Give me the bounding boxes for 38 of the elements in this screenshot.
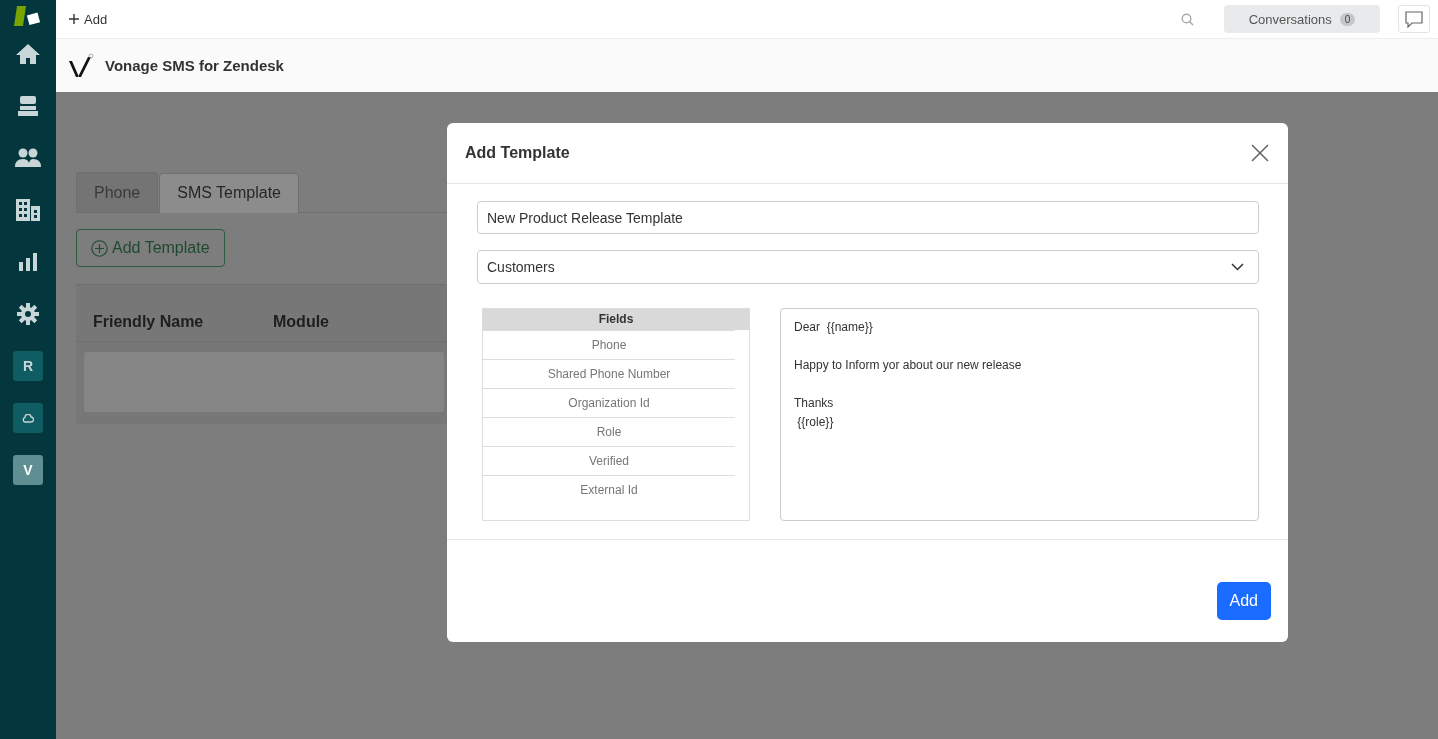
close-button[interactable]	[1250, 143, 1270, 163]
tickets-icon[interactable]	[18, 95, 38, 117]
speech-bubble-icon	[1405, 10, 1423, 28]
cloud-app-icon[interactable]	[13, 403, 43, 433]
tab[interactable]: SMS Template	[159, 173, 299, 213]
add-template-button[interactable]: Add Template	[76, 229, 225, 267]
field-item[interactable]: Shared Phone Number	[483, 359, 735, 388]
column-header: Module	[273, 313, 330, 331]
tab[interactable]: Phone	[76, 172, 159, 212]
field-item[interactable]: Phone	[483, 330, 735, 359]
plus-icon	[69, 14, 79, 24]
plus-circle-icon	[91, 239, 108, 257]
field-item[interactable]: Organization Id	[483, 388, 735, 417]
chat-button[interactable]	[1398, 5, 1430, 33]
add-button[interactable]: Add	[1216, 582, 1271, 620]
logo-icon[interactable]	[14, 5, 42, 27]
fields-header: Fields	[483, 309, 749, 330]
count-badge: 0	[1339, 12, 1356, 26]
message-field[interactable]: Dear {{name}} Happy to Inform yor about our new release Thanks {{role}}	[780, 308, 1259, 521]
users-icon[interactable]	[15, 148, 41, 168]
settings-icon[interactable]	[17, 303, 39, 325]
add-button[interactable]: Add	[69, 11, 108, 27]
dialog-title: Add Template	[465, 144, 570, 162]
app-title: Vonage SMS for Zendesk	[105, 57, 284, 74]
template-name-field[interactable]: New Product Release Template	[477, 201, 1259, 234]
field-item[interactable]: Role	[483, 417, 735, 446]
bar-chart-icon[interactable]	[18, 253, 38, 271]
app-icon[interactable]: V	[13, 455, 43, 485]
column-header: Friendly Name	[93, 313, 205, 331]
field-item[interactable]: Verified	[483, 446, 735, 475]
module-dropdown[interactable]: Customers	[477, 250, 1259, 284]
chevron-down-icon	[1231, 263, 1244, 271]
app-logo-icon	[67, 52, 95, 79]
buildings-icon[interactable]	[15, 198, 41, 222]
app-icon[interactable]: R	[13, 351, 43, 381]
field-item[interactable]: External Id	[483, 475, 735, 504]
home-icon[interactable]	[15, 43, 41, 65]
conversations-button[interactable]: Conversations 0	[1224, 5, 1380, 33]
